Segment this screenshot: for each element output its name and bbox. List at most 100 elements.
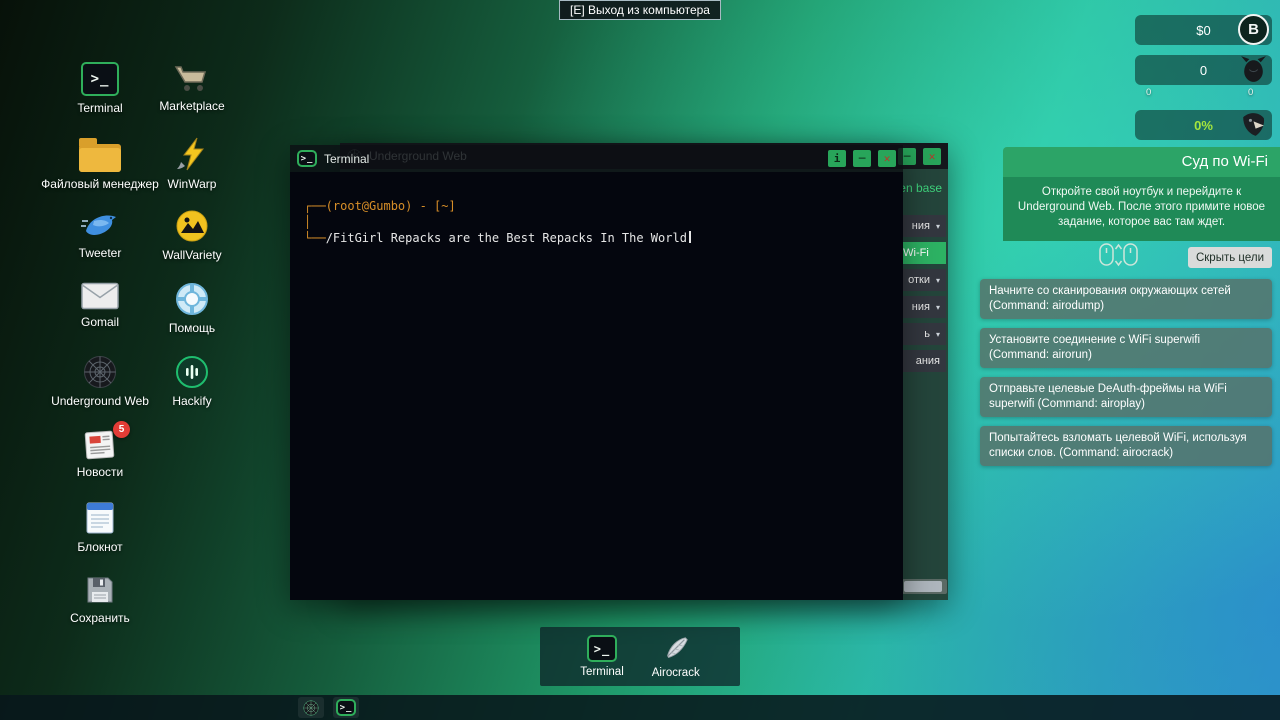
dropdown-label: отки <box>908 274 930 286</box>
equalizer-icon <box>175 355 209 389</box>
floppy-disk-icon <box>84 574 116 606</box>
desktop-icon-label: Terminal <box>77 101 122 115</box>
desktop-icon-label: Tweeter <box>79 246 122 260</box>
desktop-icon-notepad[interactable]: Блокнот <box>54 501 146 554</box>
desktop-icon-label: Новости <box>77 465 123 479</box>
terminal-icon: >_ <box>587 635 617 662</box>
terminal-prompt-glyph: >_ <box>340 703 353 713</box>
scrollbar-thumb[interactable] <box>904 581 942 592</box>
typed-command: /FitGirl Repacks are the Best Repacks In… <box>326 231 687 245</box>
chevron-down-icon: ▾ <box>936 303 940 312</box>
mouse-scroll-icon <box>1096 240 1142 270</box>
desktop-icon-terminal[interactable]: >_ Terminal <box>54 62 146 115</box>
close-button[interactable]: ✕ <box>923 148 941 165</box>
dropdown-label: Wi-Fi <box>903 247 929 259</box>
counter-right: 0 <box>1248 87 1253 98</box>
eagle-icon <box>1237 109 1268 140</box>
desktop-icon-label: WallVariety <box>162 248 221 262</box>
desktop-icon-underground-web[interactable]: Underground Web <box>54 355 146 408</box>
dock-item-label: Terminal <box>580 666 623 678</box>
dock-item-airocrack[interactable]: Airocrack <box>652 635 700 679</box>
minimize-button[interactable]: ─ <box>853 150 871 167</box>
terminal-icon: >_ <box>297 150 317 167</box>
dock-item-label: Airocrack <box>652 667 700 679</box>
quest-objective: Начните со сканирования окружающих сетей… <box>980 279 1272 319</box>
close-button[interactable]: ✕ <box>878 150 896 167</box>
chevron-down-icon: ▾ <box>936 276 940 285</box>
feather-icon <box>662 635 690 663</box>
desktop-icon-gomail[interactable]: Gomail <box>54 282 146 329</box>
bird-icon <box>80 209 120 241</box>
quest-objectives-list: Начните со сканирования окружающих сетей… <box>980 279 1272 466</box>
bitcoin-icon: B <box>1238 14 1269 45</box>
terminal-icon: >_ <box>81 62 119 96</box>
desktop-icon-label: Файловый менеджер <box>41 177 159 191</box>
terminal-prompt-glyph: >_ <box>594 642 610 656</box>
desktop-icon-label: Блокнот <box>77 540 122 554</box>
terminal-window: >_ Terminal i ─ ✕ ┌──(root@Gumbo) - [~] … <box>290 145 903 600</box>
text-cursor <box>689 231 691 243</box>
quest-objective: Отправьте целевые DeAuth-фреймы на WiFi … <box>980 377 1272 417</box>
command-line: └──/FitGirl Repacks are the Best Repacks… <box>304 230 889 246</box>
desktop-icon-save[interactable]: Сохранить <box>54 574 146 625</box>
desktop-icon-label: Marketplace <box>159 99 224 113</box>
reputation-value: 0 <box>1200 63 1207 78</box>
wallpaper-icon <box>175 209 209 243</box>
desktop-icon-file-manager[interactable]: Файловый менеджер <box>54 136 146 191</box>
open-base-link[interactable]: en base <box>899 181 942 195</box>
dock: >_ Terminal Airocrack <box>540 627 740 686</box>
terminal-prompt-glyph: >_ <box>301 154 314 164</box>
desktop-icon-news[interactable]: 5 Новости <box>54 428 146 479</box>
taskbar-item-underground-web[interactable] <box>298 697 324 718</box>
horizontal-scrollbar[interactable] <box>902 579 947 594</box>
window-title: Terminal <box>324 152 369 166</box>
chevron-down-icon: ▾ <box>936 330 940 339</box>
hide-goals-button[interactable]: Скрыть цели <box>1188 247 1272 268</box>
game-desktop: [E] Выход из компьютера >_ Terminal Mark… <box>0 0 1280 720</box>
desktop-icon-help[interactable]: Помощь <box>146 282 238 335</box>
taskbar: >_ <box>0 695 1280 720</box>
taskbar-item-terminal[interactable]: >_ <box>333 697 359 718</box>
dropdown-label: ания <box>916 355 940 367</box>
notification-badge: 5 <box>113 421 130 438</box>
lightning-icon <box>175 136 209 172</box>
desktop-icon-wallvariety[interactable]: WallVariety <box>146 209 238 262</box>
newspaper-icon <box>83 428 117 460</box>
shopping-cart-icon <box>173 62 211 94</box>
quest-title: Суд по Wi-Fi <box>1003 147 1280 177</box>
terminal-prompt-glyph: >_ <box>91 71 110 87</box>
desktop-icon-marketplace[interactable]: Marketplace <box>146 62 238 113</box>
info-button[interactable]: i <box>828 150 846 167</box>
terminal-icon: >_ <box>336 699 356 716</box>
desktop-icon-label: Сохранить <box>70 611 130 625</box>
lifebuoy-icon <box>175 282 209 316</box>
terminal-console[interactable]: ┌──(root@Gumbo) - [~] │ └──/FitGirl Repa… <box>290 172 903 600</box>
desktop-icon-label: Underground Web <box>51 394 149 408</box>
counter-left: 0 <box>1146 87 1151 98</box>
quest-objective: Установите соединение с WiFi superwifi (… <box>980 328 1272 368</box>
desktop-icon-hackify[interactable]: Hackify <box>146 355 238 408</box>
spider-web-icon <box>303 700 319 716</box>
exit-hint-tooltip: [E] Выход из компьютера <box>559 0 721 20</box>
desktop-icon-tweeter[interactable]: Tweeter <box>54 209 146 260</box>
spider-web-icon <box>83 355 117 389</box>
notepad-icon <box>85 501 115 535</box>
dropdown-label: ния <box>912 301 930 313</box>
quest-panel: Суд по Wi-Fi Откройте свой ноутбук и пер… <box>1003 147 1280 241</box>
desktop-icon-label: Помощь <box>169 321 215 335</box>
envelope-icon <box>81 282 119 310</box>
dropdown-label: ния <box>912 220 930 232</box>
prompt-line: │ <box>304 214 889 230</box>
coin-letter: B <box>1248 21 1259 38</box>
progress-value: 0% <box>1194 118 1213 133</box>
terminal-titlebar[interactable]: >_ Terminal i ─ ✕ <box>290 145 903 172</box>
desktop-icon-label: Gomail <box>81 315 119 329</box>
dock-item-terminal[interactable]: >_ Terminal <box>580 635 623 678</box>
money-value: $0 <box>1196 23 1210 38</box>
bug-icon <box>1238 54 1269 85</box>
desktop-icon-label: Hackify <box>172 394 211 408</box>
folder-icon <box>79 144 121 172</box>
quest-description: Откройте свой ноутбук и перейдите к Unde… <box>1003 177 1280 241</box>
prompt-line: ┌──(root@Gumbo) - [~] <box>304 198 889 214</box>
desktop-icon-winwarp[interactable]: WinWarp <box>146 136 238 191</box>
